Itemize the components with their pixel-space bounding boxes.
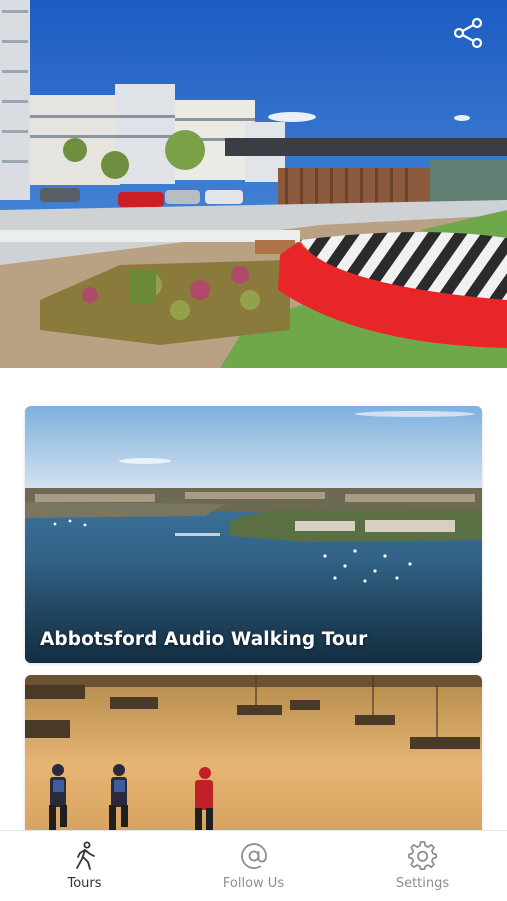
walking-person-icon [75, 841, 95, 870]
hero-image [0, 0, 507, 368]
tab-label: Settings [395, 876, 450, 891]
gear-icon [407, 841, 437, 870]
tour-card[interactable]: Abbotsford Audio Walking Tour [25, 406, 482, 663]
tab-follow-us[interactable]: Follow Us [169, 831, 338, 901]
tour-card-image [25, 406, 482, 663]
tour-card-title: Abbotsford Audio Walking Tour [40, 629, 368, 650]
tab-tours[interactable]: Tours [0, 831, 169, 901]
tab-settings[interactable]: Settings [338, 831, 507, 901]
tab-label: Tours [67, 876, 102, 891]
tab-bar: Tours Follow Us Settings [0, 830, 507, 901]
at-sign-icon [240, 843, 267, 869]
tour-card[interactable] [25, 675, 482, 855]
tab-label: Follow Us [222, 876, 285, 891]
share-icon[interactable] [451, 16, 485, 50]
tour-card-image [25, 675, 482, 855]
hero-illustration [0, 0, 507, 368]
